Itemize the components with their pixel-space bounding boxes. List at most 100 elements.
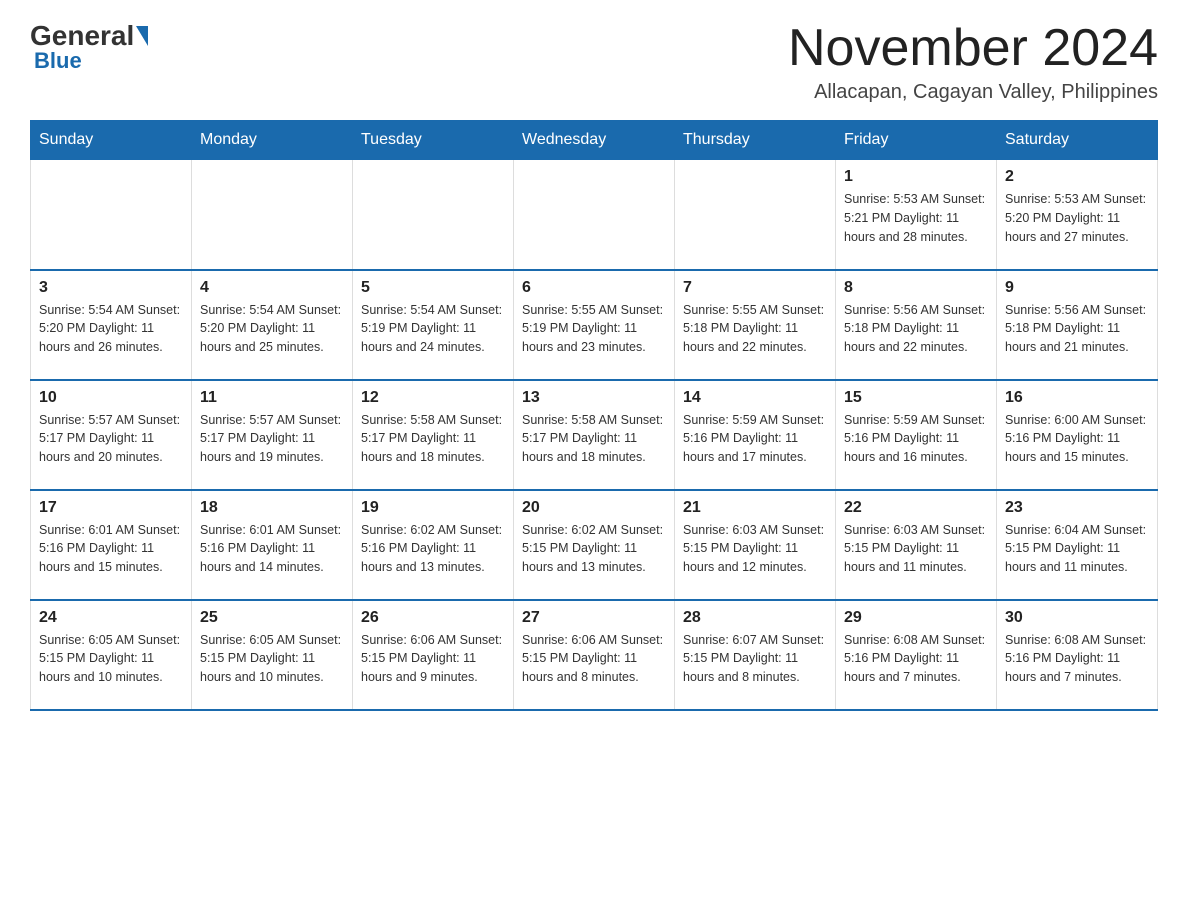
day-cell: 17 Sunrise: 6:01 AM Sunset: 5:16 PM Dayli…: [31, 490, 192, 600]
day-number: 22: [844, 499, 988, 517]
logo: General Blue: [30, 20, 150, 74]
day-cell: 19 Sunrise: 6:02 AM Sunset: 5:16 PM Dayli…: [353, 490, 514, 600]
day-info: Sunrise: 5:56 AM Sunset: 5:18 PM Dayligh…: [844, 301, 988, 357]
day-cell: 30 Sunrise: 6:08 AM Sunset: 5:16 PM Dayli…: [997, 600, 1158, 710]
day-number: 27: [522, 609, 666, 627]
day-cell: 20 Sunrise: 6:02 AM Sunset: 5:15 PM Dayli…: [514, 490, 675, 600]
day-number: 11: [200, 389, 344, 407]
day-info: Sunrise: 6:05 AM Sunset: 5:15 PM Dayligh…: [200, 631, 344, 687]
day-number: 1: [844, 168, 988, 186]
day-cell: 1 Sunrise: 5:53 AM Sunset: 5:21 PM Daylig…: [836, 160, 997, 270]
day-info: Sunrise: 5:57 AM Sunset: 5:17 PM Dayligh…: [200, 411, 344, 467]
day-cell: 14 Sunrise: 5:59 AM Sunset: 5:16 PM Dayli…: [675, 380, 836, 490]
day-info: Sunrise: 5:54 AM Sunset: 5:19 PM Dayligh…: [361, 301, 505, 357]
day-number: 4: [200, 279, 344, 297]
week-row-3: 10Sunrise: 5:57 AM Sunset: 5:17 PM Dayli…: [31, 380, 1158, 490]
day-number: 20: [522, 499, 666, 517]
day-info: Sunrise: 6:02 AM Sunset: 5:16 PM Dayligh…: [361, 521, 505, 577]
day-cell: 25 Sunrise: 6:05 AM Sunset: 5:15 PM Dayli…: [192, 600, 353, 710]
day-number: 6: [522, 279, 666, 297]
day-cell: 10Sunrise: 5:57 AM Sunset: 5:17 PM Dayli…: [31, 380, 192, 490]
header-sunday: Sunday: [31, 121, 192, 160]
day-info: Sunrise: 6:07 AM Sunset: 5:15 PM Dayligh…: [683, 631, 827, 687]
day-cell: 16Sunrise: 6:00 AM Sunset: 5:16 PM Dayli…: [997, 380, 1158, 490]
day-cell: 2 Sunrise: 5:53 AM Sunset: 5:20 PM Daylig…: [997, 160, 1158, 270]
location: Allacapan, Cagayan Valley, Philippines: [788, 81, 1158, 104]
week-row-5: 24 Sunrise: 6:05 AM Sunset: 5:15 PM Dayli…: [31, 600, 1158, 710]
day-number: 23: [1005, 499, 1149, 517]
day-number: 25: [200, 609, 344, 627]
day-number: 14: [683, 389, 827, 407]
day-number: 29: [844, 609, 988, 627]
day-info: Sunrise: 5:53 AM Sunset: 5:21 PM Dayligh…: [844, 190, 988, 246]
day-cell: 29 Sunrise: 6:08 AM Sunset: 5:16 PM Dayli…: [836, 600, 997, 710]
day-info: Sunrise: 6:04 AM Sunset: 5:15 PM Dayligh…: [1005, 521, 1149, 577]
day-cell: 27 Sunrise: 6:06 AM Sunset: 5:15 PM Dayli…: [514, 600, 675, 710]
day-info: Sunrise: 6:08 AM Sunset: 5:16 PM Dayligh…: [844, 631, 988, 687]
day-number: 18: [200, 499, 344, 517]
day-info: Sunrise: 5:58 AM Sunset: 5:17 PM Dayligh…: [361, 411, 505, 467]
week-row-1: 1 Sunrise: 5:53 AM Sunset: 5:21 PM Daylig…: [31, 160, 1158, 270]
day-cell: 11 Sunrise: 5:57 AM Sunset: 5:17 PM Dayli…: [192, 380, 353, 490]
day-info: Sunrise: 5:53 AM Sunset: 5:20 PM Dayligh…: [1005, 190, 1149, 246]
day-cell: [31, 160, 192, 270]
day-cell: [514, 160, 675, 270]
day-info: Sunrise: 5:59 AM Sunset: 5:16 PM Dayligh…: [683, 411, 827, 467]
calendar-header-row: SundayMondayTuesdayWednesdayThursdayFrid…: [31, 121, 1158, 160]
day-cell: 8 Sunrise: 5:56 AM Sunset: 5:18 PM Daylig…: [836, 270, 997, 380]
header-tuesday: Tuesday: [353, 121, 514, 160]
week-row-2: 3 Sunrise: 5:54 AM Sunset: 5:20 PM Daylig…: [31, 270, 1158, 380]
day-number: 5: [361, 279, 505, 297]
day-cell: 21 Sunrise: 6:03 AM Sunset: 5:15 PM Dayli…: [675, 490, 836, 600]
logo-blue: Blue: [30, 48, 82, 74]
day-info: Sunrise: 6:03 AM Sunset: 5:15 PM Dayligh…: [844, 521, 988, 577]
day-number: 30: [1005, 609, 1149, 627]
week-row-4: 17 Sunrise: 6:01 AM Sunset: 5:16 PM Dayli…: [31, 490, 1158, 600]
day-info: Sunrise: 6:01 AM Sunset: 5:16 PM Dayligh…: [39, 521, 183, 577]
day-cell: 15 Sunrise: 5:59 AM Sunset: 5:16 PM Dayli…: [836, 380, 997, 490]
day-cell: [353, 160, 514, 270]
day-cell: 13Sunrise: 5:58 AM Sunset: 5:17 PM Dayli…: [514, 380, 675, 490]
day-info: Sunrise: 5:58 AM Sunset: 5:17 PM Dayligh…: [522, 411, 666, 467]
header-friday: Friday: [836, 121, 997, 160]
logo-triangle-icon: [136, 26, 148, 46]
day-number: 8: [844, 279, 988, 297]
day-info: Sunrise: 5:56 AM Sunset: 5:18 PM Dayligh…: [1005, 301, 1149, 357]
header-monday: Monday: [192, 121, 353, 160]
day-number: 9: [1005, 279, 1149, 297]
day-cell: 4Sunrise: 5:54 AM Sunset: 5:20 PM Daylig…: [192, 270, 353, 380]
day-cell: 28 Sunrise: 6:07 AM Sunset: 5:15 PM Dayli…: [675, 600, 836, 710]
day-info: Sunrise: 6:06 AM Sunset: 5:15 PM Dayligh…: [361, 631, 505, 687]
day-info: Sunrise: 6:08 AM Sunset: 5:16 PM Dayligh…: [1005, 631, 1149, 687]
day-info: Sunrise: 6:02 AM Sunset: 5:15 PM Dayligh…: [522, 521, 666, 577]
day-cell: 23 Sunrise: 6:04 AM Sunset: 5:15 PM Dayli…: [997, 490, 1158, 600]
month-title: November 2024: [788, 20, 1158, 77]
day-info: Sunrise: 6:00 AM Sunset: 5:16 PM Dayligh…: [1005, 411, 1149, 467]
day-number: 26: [361, 609, 505, 627]
day-number: 17: [39, 499, 183, 517]
day-info: Sunrise: 6:06 AM Sunset: 5:15 PM Dayligh…: [522, 631, 666, 687]
day-cell: 18Sunrise: 6:01 AM Sunset: 5:16 PM Dayli…: [192, 490, 353, 600]
header-thursday: Thursday: [675, 121, 836, 160]
day-cell: 12 Sunrise: 5:58 AM Sunset: 5:17 PM Dayli…: [353, 380, 514, 490]
day-info: Sunrise: 5:59 AM Sunset: 5:16 PM Dayligh…: [844, 411, 988, 467]
day-number: 3: [39, 279, 183, 297]
day-info: Sunrise: 5:55 AM Sunset: 5:19 PM Dayligh…: [522, 301, 666, 357]
day-info: Sunrise: 6:03 AM Sunset: 5:15 PM Dayligh…: [683, 521, 827, 577]
calendar-table: SundayMondayTuesdayWednesdayThursdayFrid…: [30, 120, 1158, 711]
day-info: Sunrise: 5:57 AM Sunset: 5:17 PM Dayligh…: [39, 411, 183, 467]
day-number: 15: [844, 389, 988, 407]
day-number: 12: [361, 389, 505, 407]
day-cell: 22 Sunrise: 6:03 AM Sunset: 5:15 PM Dayli…: [836, 490, 997, 600]
day-number: 19: [361, 499, 505, 517]
day-number: 24: [39, 609, 183, 627]
page-header: General Blue November 2024 Allacapan, Ca…: [30, 20, 1158, 104]
day-cell: 3 Sunrise: 5:54 AM Sunset: 5:20 PM Daylig…: [31, 270, 192, 380]
day-number: 21: [683, 499, 827, 517]
day-cell: 5 Sunrise: 5:54 AM Sunset: 5:19 PM Daylig…: [353, 270, 514, 380]
header-saturday: Saturday: [997, 121, 1158, 160]
day-info: Sunrise: 5:54 AM Sunset: 5:20 PM Dayligh…: [39, 301, 183, 357]
day-number: 2: [1005, 168, 1149, 186]
day-number: 28: [683, 609, 827, 627]
day-cell: 6 Sunrise: 5:55 AM Sunset: 5:19 PM Daylig…: [514, 270, 675, 380]
